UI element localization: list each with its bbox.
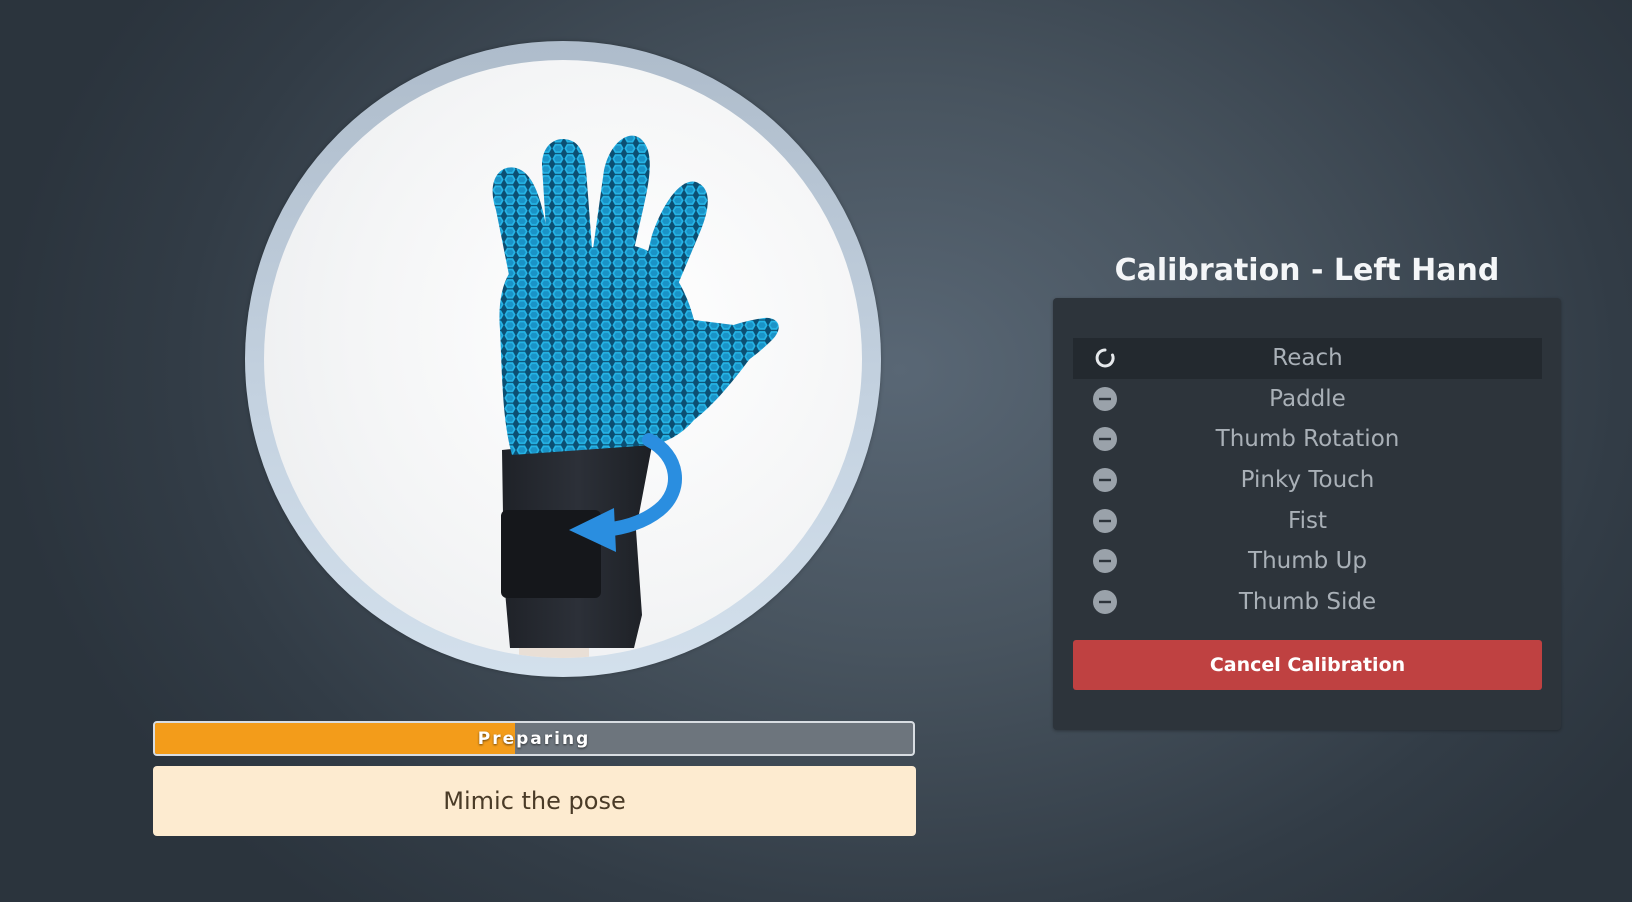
calibration-panel: Reach Paddle Thumb Rotation Pinky Touch … — [1053, 298, 1561, 730]
calibration-progress-bar: Preparing — [153, 721, 915, 756]
panel-title: Calibration - Left Hand — [1114, 253, 1500, 288]
pose-image — [264, 60, 862, 658]
minus-circle-icon — [1093, 468, 1117, 493]
instruction-text: Mimic the pose — [443, 787, 626, 815]
step-thumb-rotation: Thumb Rotation — [1073, 419, 1542, 460]
instruction-box: Mimic the pose — [153, 766, 916, 836]
step-label: Paddle — [1269, 385, 1346, 412]
gloved-hand-icon — [492, 135, 779, 658]
step-label: Pinky Touch — [1240, 467, 1375, 494]
step-thumb-side: Thumb Side — [1073, 582, 1542, 623]
step-label: Thumb Up — [1248, 548, 1367, 575]
minus-circle-icon — [1093, 549, 1117, 574]
glove-index-finger — [636, 181, 708, 308]
step-paddle: Paddle — [1073, 379, 1542, 420]
calibration-steps-list: Reach Paddle Thumb Rotation Pinky Touch … — [1073, 338, 1542, 622]
minus-circle-icon — [1093, 508, 1117, 533]
step-label: Thumb Rotation — [1215, 426, 1400, 453]
step-label: Reach — [1272, 345, 1343, 372]
step-thumb-up: Thumb Up — [1073, 541, 1542, 582]
cancel-calibration-button[interactable]: Cancel Calibration — [1073, 640, 1542, 690]
step-pinky-touch: Pinky Touch — [1073, 460, 1542, 501]
progress-label: Preparing — [477, 728, 591, 749]
minus-circle-icon — [1093, 589, 1117, 614]
spinner-icon — [1093, 346, 1117, 370]
minus-circle-icon — [1093, 386, 1117, 411]
step-label: Thumb Side — [1238, 588, 1377, 615]
minus-circle-icon — [1093, 427, 1117, 452]
glove-ring-finger — [542, 138, 594, 278]
step-reach: Reach — [1073, 338, 1542, 379]
step-fist: Fist — [1073, 500, 1542, 541]
step-label: Fist — [1288, 507, 1327, 534]
pose-image-frame — [245, 41, 881, 677]
